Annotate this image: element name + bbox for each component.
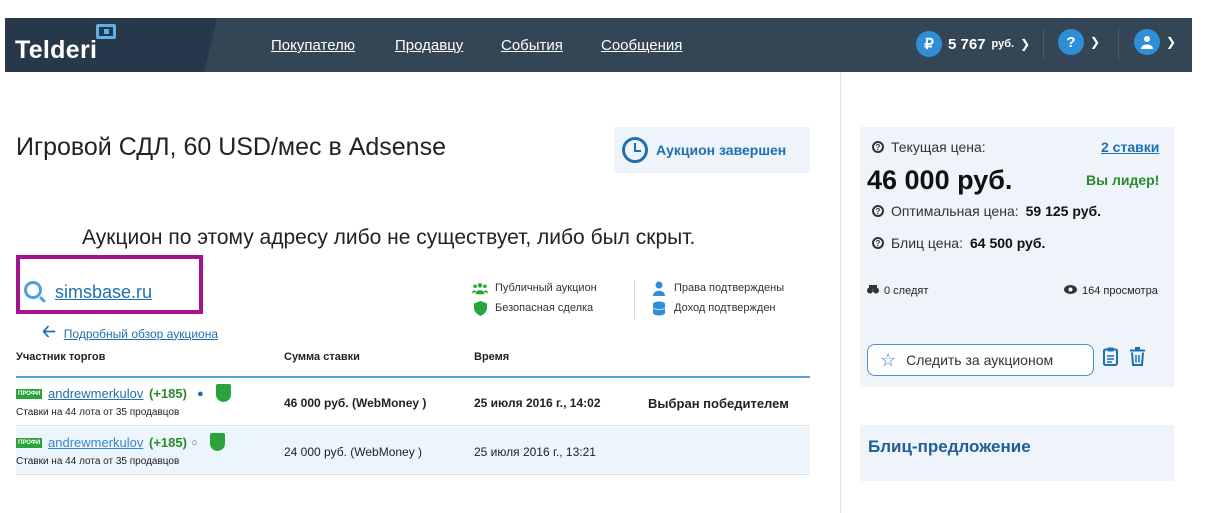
- blitz-offer-title[interactable]: Блиц-предложение: [868, 437, 1031, 457]
- domain-link[interactable]: simsbase.ru: [55, 282, 152, 303]
- feature-safe-deal: Безопасная сделка: [472, 300, 594, 316]
- feature-label: Доход подтвержден: [674, 302, 776, 314]
- table-header-amount: Сумма ставки: [284, 351, 360, 363]
- bid-amount: 24 000 руб. (WebMoney ): [284, 445, 423, 459]
- eye-icon: [1064, 285, 1077, 297]
- domain-highlight: simsbase.ru: [16, 255, 203, 314]
- feature-label: Публичный аукцион: [495, 282, 597, 294]
- users-icon: [472, 281, 488, 295]
- bidder-rating: (+185): [149, 386, 187, 401]
- user-dropdown[interactable]: ❯: [1134, 29, 1176, 55]
- clock-icon: [622, 137, 648, 163]
- help-icon[interactable]: ?: [872, 237, 884, 249]
- pro-badge: ПРОФИ: [16, 389, 43, 399]
- follow-auction-label: Следить за аукционом: [906, 352, 1054, 368]
- table-row: ПРОФИ andrewmerkulov (+185) ● Ставки на …: [16, 378, 810, 426]
- overview-link[interactable]: Подробный обзор аукциона: [64, 327, 218, 341]
- bid-amount: 46 000 руб. (WebMoney ): [284, 396, 427, 410]
- shield-icon: [210, 433, 225, 451]
- notice-text: Аукцион по этому адресу либо не существу…: [82, 226, 696, 249]
- magnifier-icon: [24, 281, 42, 299]
- chevron-down-icon: ❯: [1020, 37, 1031, 51]
- blitz-price-value: 64 500 руб.: [969, 235, 1046, 251]
- feature-rights-confirmed: Права подтверждены: [651, 281, 785, 296]
- nav-events[interactable]: События: [501, 37, 563, 54]
- user-icon: [1134, 29, 1160, 55]
- bids-link[interactable]: 2 ставки: [1101, 139, 1159, 155]
- nav-buyer[interactable]: Покупателю: [271, 37, 355, 54]
- help-icon[interactable]: ?: [872, 141, 884, 153]
- optimal-price-row: ? Оптимальная цена: 59 125 руб.: [872, 203, 1101, 219]
- bid-time: 25 июля 2016 г., 14:02: [474, 396, 601, 410]
- help-icon: ?: [1058, 29, 1084, 55]
- divider: [1043, 28, 1044, 60]
- current-price-row: ? Текущая цена:: [872, 139, 986, 155]
- current-price: 46 000 руб.: [867, 165, 1013, 195]
- chevron-down-icon: ❯: [1166, 35, 1177, 49]
- chevron-down-icon: ❯: [1090, 35, 1101, 49]
- shield-icon: [472, 300, 488, 316]
- sidebar-divider: [840, 72, 841, 513]
- views-count: 164 просмотра: [1064, 285, 1158, 297]
- table-header-time: Время: [474, 351, 510, 363]
- optimal-price-value: 59 125 руб.: [1025, 203, 1102, 219]
- shield-icon: [216, 384, 231, 402]
- feature-label: Права подтверждены: [674, 282, 785, 294]
- optimal-price-label: Оптимальная цена:: [891, 203, 1019, 219]
- clipboard-icon[interactable]: [1103, 347, 1118, 371]
- feature-public-auction: Публичный аукцион: [472, 281, 597, 295]
- feature-label: Безопасная сделка: [495, 302, 594, 314]
- bidder-stats: Ставки на 44 лота от 35 продавцов: [16, 407, 180, 418]
- help-icon[interactable]: ?: [872, 205, 884, 217]
- divider: [634, 280, 635, 319]
- views-label: 164 просмотра: [1082, 285, 1158, 297]
- blitz-price-label: Блиц цена:: [891, 235, 963, 251]
- table-header-bidder: Участник торгов: [16, 351, 106, 363]
- balance-amount: 5 767: [948, 35, 986, 53]
- trash-icon[interactable]: [1130, 347, 1145, 371]
- auction-status-label: Аукцион завершен: [656, 142, 787, 158]
- follow-auction-button[interactable]: ☆ Следить за аукционом: [867, 344, 1094, 376]
- monitor-icon: [96, 24, 116, 39]
- arrow-left-icon: 🡠: [42, 322, 56, 341]
- back-to-overview[interactable]: 🡠 Подробный обзор аукциона: [42, 319, 218, 348]
- logo[interactable]: Telderi: [15, 36, 97, 65]
- ruble-icon: ₽: [916, 31, 942, 57]
- binoculars-icon: [867, 285, 879, 297]
- watchers-count: 0 следят: [867, 285, 928, 297]
- help-dropdown[interactable]: ? ❯: [1058, 29, 1100, 55]
- blitz-price-row: ? Блиц цена: 64 500 руб.: [872, 235, 1045, 251]
- nav-messages[interactable]: Сообщения: [601, 37, 682, 54]
- star-icon: ☆: [880, 349, 897, 370]
- blitz-offer-panel[interactable]: Блиц-предложение: [860, 425, 1174, 481]
- auction-status: Аукцион завершен: [614, 127, 810, 173]
- bidder-stats: Ставки на 44 лота от 35 продавцов: [16, 456, 180, 467]
- feature-income-confirmed: Доход подтвержден: [651, 301, 776, 315]
- pro-badge: ПРОФИ: [16, 438, 43, 448]
- bidder-link[interactable]: andrewmerkulov: [48, 435, 143, 450]
- balance-dropdown[interactable]: ₽ 5 767 руб. ❯: [916, 29, 1030, 59]
- chat-icon[interactable]: ○: [191, 437, 198, 449]
- balance-currency: руб.: [991, 38, 1015, 50]
- nav-seller[interactable]: Продавцу: [395, 37, 463, 54]
- leader-status: Вы лидер!: [1086, 172, 1160, 188]
- watchers-label: 0 следят: [884, 285, 929, 297]
- logo-area[interactable]: Telderi: [5, 18, 217, 72]
- chat-icon[interactable]: ●: [197, 388, 204, 400]
- top-navigation-bar: Telderi Покупателю Продавцу События Сооб…: [5, 18, 1192, 72]
- coins-icon: [651, 301, 667, 315]
- bid-result: Выбран победителем: [648, 396, 789, 411]
- table-row: ПРОФИ andrewmerkulov (+185) ○ Ставки на …: [16, 427, 810, 475]
- current-price-label: Текущая цена:: [891, 139, 986, 155]
- divider: [1118, 28, 1119, 60]
- bidder-rating: (+185): [149, 435, 187, 450]
- page-title: Игровой СДЛ, 60 USD/мес в Adsense: [16, 133, 446, 161]
- price-panel: ? Текущая цена: 2 ставки 46 000 руб. Вы …: [860, 127, 1174, 387]
- person-icon: [651, 281, 667, 296]
- bid-time: 25 июля 2016 г., 13:21: [474, 445, 596, 459]
- bidder-link[interactable]: andrewmerkulov: [48, 386, 143, 401]
